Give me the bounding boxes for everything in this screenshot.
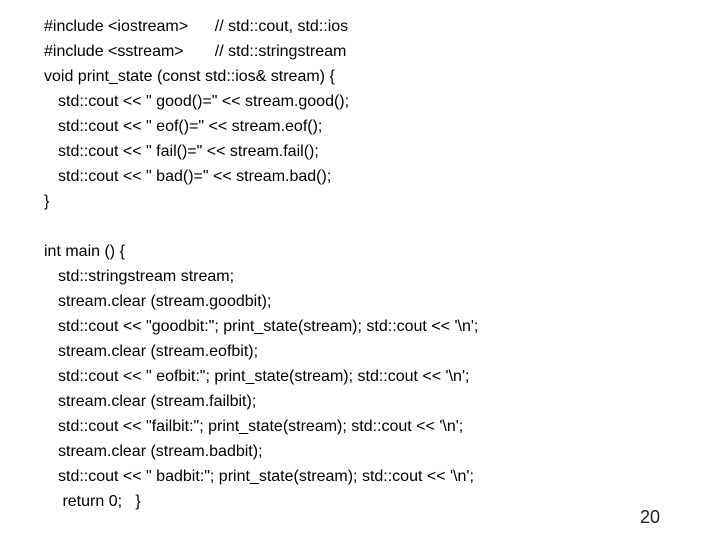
code-line: #include <sstream> // std::stringstream [44, 39, 720, 64]
code-line: std::stringstream stream; [44, 264, 720, 289]
code-line: std::cout << " eofbit:"; print_state(str… [44, 364, 720, 389]
code-line: std::cout << " fail()=" << stream.fail()… [44, 139, 720, 164]
code-line: void print_state (const std::ios& stream… [44, 64, 720, 89]
code-line: std::cout << " good()=" << stream.good()… [44, 89, 720, 114]
code-line: #include <iostream> // std::cout, std::i… [44, 14, 720, 39]
code-line: std::cout << "failbit:"; print_state(str… [44, 414, 720, 439]
page-number: 20 [640, 507, 660, 528]
code-line: stream.clear (stream.goodbit); [44, 289, 720, 314]
code-line: std::cout << " eof()=" << stream.eof(); [44, 114, 720, 139]
code-line: std::cout << " badbit:"; print_state(str… [44, 464, 720, 489]
code-line: return 0; } [44, 489, 720, 514]
code-line: stream.clear (stream.failbit); [44, 389, 720, 414]
code-line: int main () { [44, 239, 720, 264]
code-block: #include <iostream> // std::cout, std::i… [0, 0, 720, 514]
code-line: stream.clear (stream.badbit); [44, 439, 720, 464]
code-line: } [44, 189, 720, 214]
blank-line [44, 214, 720, 239]
code-line: std::cout << "goodbit:"; print_state(str… [44, 314, 720, 339]
code-line: stream.clear (stream.eofbit); [44, 339, 720, 364]
code-line: std::cout << " bad()=" << stream.bad(); [44, 164, 720, 189]
